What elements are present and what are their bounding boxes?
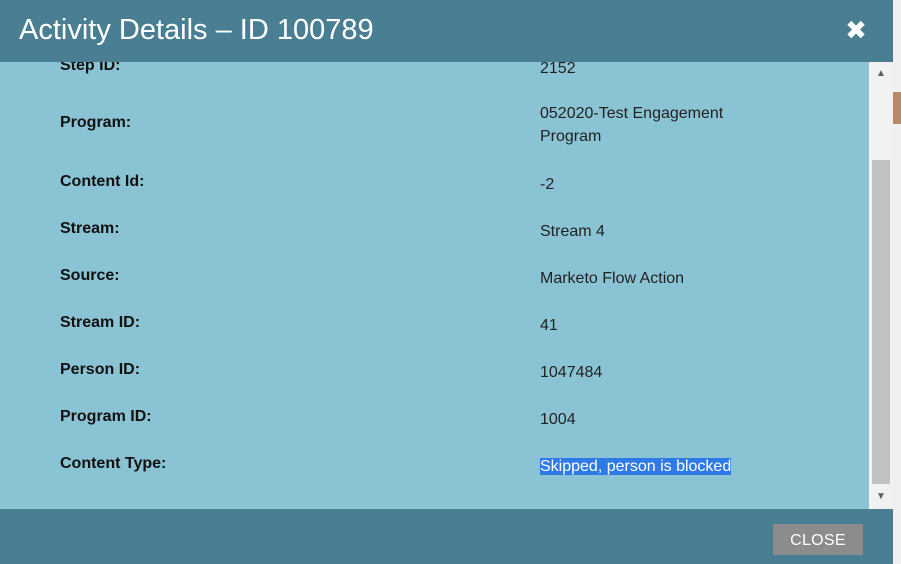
- detail-value: -2: [540, 176, 555, 193]
- detail-value: Stream 4: [540, 223, 605, 240]
- scrollbar-thumb[interactable]: [872, 160, 890, 484]
- scroll-up-icon[interactable]: ▲: [869, 62, 893, 86]
- detail-label: Source:: [60, 267, 120, 284]
- details-panel: Step ID: 2152 Program: 052020-Test Engag…: [0, 62, 869, 509]
- background-page-strip: [893, 0, 901, 564]
- background-element: [893, 92, 901, 124]
- detail-label: Stream ID:: [60, 314, 141, 331]
- dialog-header: Activity Details – ID 100789 ✖: [0, 0, 893, 62]
- detail-label: Content Type:: [60, 455, 167, 472]
- activity-details-dialog: Activity Details – ID 100789 ✖ Step ID: …: [0, 0, 893, 564]
- vertical-scrollbar[interactable]: ▲ ▼: [869, 62, 893, 509]
- detail-label: Stream:: [60, 220, 120, 237]
- scroll-down-icon[interactable]: ▼: [869, 485, 893, 509]
- selected-text: Skipped, person is blocked: [540, 458, 732, 475]
- detail-value: 41: [540, 317, 558, 334]
- detail-label: Step ID:: [60, 62, 121, 74]
- dialog-footer: CLOSE: [0, 509, 893, 564]
- detail-value: 1004: [540, 411, 576, 428]
- detail-value: Marketo Flow Action: [540, 270, 685, 287]
- detail-value: 052020-Test Engagement Program: [540, 105, 724, 145]
- close-icon[interactable]: ✖: [845, 16, 867, 44]
- dialog-title: Activity Details – ID 100789: [19, 14, 374, 46]
- detail-value: 1047484: [540, 364, 603, 381]
- detail-label: Program:: [60, 114, 132, 131]
- detail-value: 2152: [540, 62, 576, 77]
- detail-label: Person ID:: [60, 361, 141, 378]
- close-button[interactable]: CLOSE: [773, 524, 863, 555]
- detail-label: Content Id:: [60, 173, 145, 190]
- detail-label: Program ID:: [60, 408, 152, 425]
- detail-value: Skipped, person is blocked: [540, 455, 770, 478]
